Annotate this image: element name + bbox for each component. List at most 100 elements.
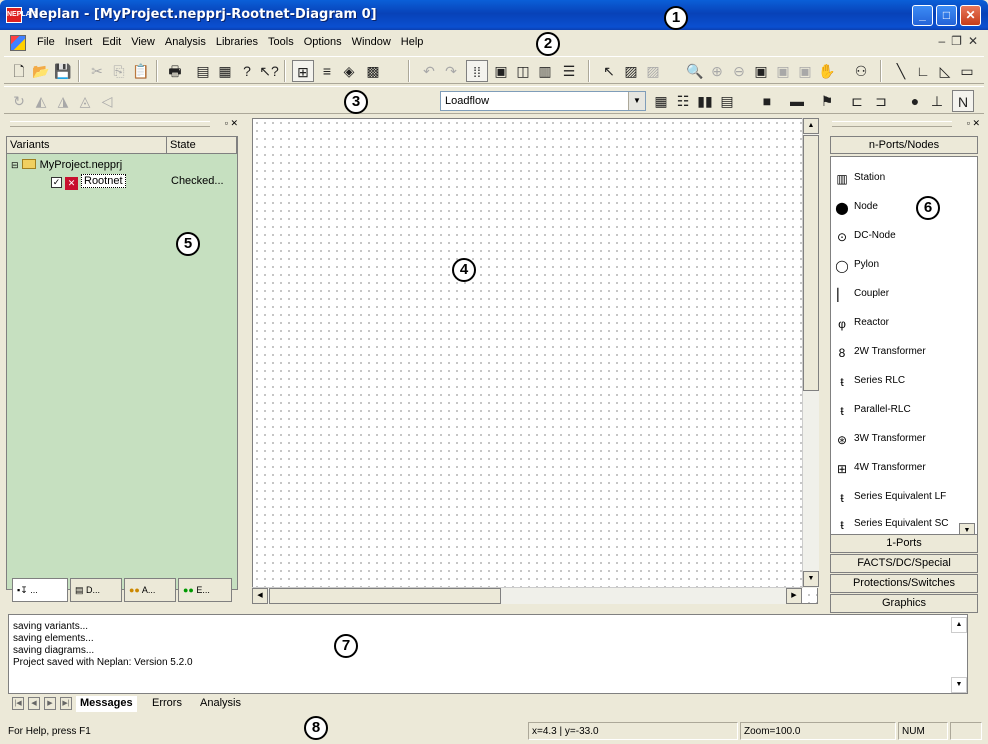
- menu-file[interactable]: File: [32, 36, 60, 48]
- zoom-window-icon[interactable]: ▣: [750, 60, 772, 82]
- panel-grip[interactable]: ▫ ✕: [6, 118, 240, 130]
- tab-errors[interactable]: Errors: [148, 696, 186, 712]
- symbol-station[interactable]: ▥ Station: [835, 169, 885, 187]
- symbol-parallel-rlc[interactable]: ŧ Parallel-RLC: [835, 401, 910, 419]
- element-icon[interactable]: ▤: [192, 60, 214, 82]
- symbol-series-equivalent-lf[interactable]: ŧ Series Equivalent LF: [835, 488, 946, 506]
- menu-insert[interactable]: Insert: [60, 36, 98, 48]
- calculate-icon[interactable]: ▦: [650, 90, 672, 112]
- mdi-restore-icon[interactable]: ❐: [951, 34, 962, 48]
- horizontal-scroll-thumb[interactable]: [269, 588, 501, 604]
- draw-triangle-icon[interactable]: ◺: [934, 60, 956, 82]
- mdi-minimize-icon[interactable]: –: [938, 34, 945, 48]
- symbol-coupler[interactable]: ▏ Coupler: [835, 285, 889, 303]
- tab-analysis[interactable]: Analysis: [196, 696, 245, 712]
- network-connect-icon[interactable]: ⊐: [870, 90, 892, 112]
- flip-icon[interactable]: ◁: [96, 90, 118, 112]
- symbol-pylon[interactable]: ◯ Pylon: [835, 256, 879, 274]
- library-icon[interactable]: ▩: [362, 60, 384, 82]
- copy-properties-icon[interactable]: ▨: [642, 60, 664, 82]
- column-state[interactable]: State: [167, 137, 237, 154]
- calculation-select[interactable]: Loadflow ▼: [440, 91, 646, 111]
- new-file-icon[interactable]: 🗋: [8, 60, 30, 82]
- save-icon[interactable]: 💾: [52, 60, 74, 82]
- menu-libraries[interactable]: Libraries: [211, 36, 263, 48]
- group-1-ports[interactable]: 1-Ports: [830, 534, 978, 553]
- tab-diagrams[interactable]: ▤ D...: [70, 578, 122, 602]
- document-menu-icon[interactable]: [10, 35, 26, 51]
- menu-view[interactable]: View: [126, 36, 160, 48]
- symbol-reactor[interactable]: φ Reactor: [835, 314, 889, 332]
- tree-item-project[interactable]: ⊟ MyProject.nepprj: [11, 157, 122, 173]
- properties-icon[interactable]: ☰: [558, 60, 580, 82]
- prev-tab-icon[interactable]: ◀: [28, 697, 40, 710]
- diagram-view-icon[interactable]: ⊞: [292, 60, 314, 82]
- diagram-canvas[interactable]: [252, 118, 818, 604]
- vertical-scroll-thumb[interactable]: [803, 135, 819, 391]
- symbol-4w-transformer[interactable]: ⊞ 4W Transformer: [835, 459, 926, 477]
- cut-icon[interactable]: ✂: [86, 60, 108, 82]
- first-tab-icon[interactable]: |◀: [12, 697, 24, 710]
- help-icon[interactable]: ?: [236, 60, 258, 82]
- menu-analysis[interactable]: Analysis: [160, 36, 211, 48]
- tree-item-rootnet[interactable]: ✓ ✕ Rootnet: [51, 173, 126, 190]
- title-bar[interactable]: NEPLAN Neplan - [MyProject.nepprj-Rootne…: [0, 0, 988, 30]
- scroll-up-icon[interactable]: ▲: [803, 118, 819, 134]
- symbols-panel-grip[interactable]: ▫ ✕: [828, 118, 982, 130]
- report-icon[interactable]: ▦: [214, 60, 236, 82]
- grid-icon[interactable]: ⁞⁞: [466, 60, 488, 82]
- group-n-ports-nodes[interactable]: n-Ports/Nodes: [830, 136, 978, 154]
- column-variants[interactable]: Variants: [7, 137, 167, 154]
- zoom-all-icon[interactable]: ▣: [772, 60, 794, 82]
- pan-hand-icon[interactable]: ✋: [816, 60, 838, 82]
- layers-icon[interactable]: ◫: [512, 60, 534, 82]
- draw-polyline-icon[interactable]: ∟: [912, 60, 934, 82]
- list-view-icon[interactable]: ≡: [316, 60, 338, 82]
- symbol-series-equivalent-sc[interactable]: ŧ Series Equivalent SC: [835, 515, 948, 533]
- menu-tools[interactable]: Tools: [263, 36, 299, 48]
- messages-log[interactable]: saving variants... saving elements... sa…: [8, 614, 968, 694]
- symbol-dc-node[interactable]: ⊙ DC-Node: [835, 227, 896, 245]
- scroll-left-icon[interactable]: ◀: [252, 588, 268, 604]
- chevron-down-icon[interactable]: ▼: [628, 92, 645, 110]
- collapse-icon[interactable]: ⊟: [11, 160, 19, 170]
- tab-variants[interactable]: ▪↧ ...: [12, 578, 68, 602]
- align-center-icon[interactable]: ◮: [52, 90, 74, 112]
- panel-close-icon[interactable]: ▫ ✕: [225, 118, 238, 129]
- symbols-panel-close-icon[interactable]: ▫ ✕: [967, 118, 980, 129]
- variant-icon[interactable]: ◈: [338, 60, 360, 82]
- tab-areas[interactable]: ●● A...: [124, 578, 176, 602]
- draw-line-icon[interactable]: ╲: [890, 60, 912, 82]
- meter-icon[interactable]: ▬: [786, 90, 808, 112]
- minimize-button[interactable]: _: [912, 5, 933, 26]
- select-pointer-icon[interactable]: ↖: [598, 60, 620, 82]
- menu-edit[interactable]: Edit: [97, 36, 126, 48]
- draw-rectangle-icon[interactable]: ▭: [956, 60, 978, 82]
- highlight-icon[interactable]: ▣: [490, 60, 512, 82]
- parameters-icon[interactable]: ☷: [672, 90, 694, 112]
- zoom-out-icon[interactable]: ⊖: [728, 60, 750, 82]
- menu-help[interactable]: Help: [396, 36, 429, 48]
- rotate-icon[interactable]: ↻: [8, 90, 30, 112]
- undo-icon[interactable]: ↶: [418, 60, 440, 82]
- results-chart-icon[interactable]: ▮▮: [694, 90, 716, 112]
- maximize-button[interactable]: □: [936, 5, 957, 26]
- rootnet-checkbox[interactable]: ✓: [51, 177, 62, 188]
- symbol-2w-transformer[interactable]: 8 2W Transformer: [835, 343, 926, 361]
- open-folder-icon[interactable]: 📂: [30, 60, 52, 82]
- canvas-vertical-scrollbar[interactable]: ▲ ▼: [802, 118, 819, 588]
- last-tab-icon[interactable]: ▶|: [60, 697, 72, 710]
- mirror-icon[interactable]: ◬: [74, 90, 96, 112]
- canvas-horizontal-scrollbar[interactable]: ◀ ▶: [252, 587, 802, 604]
- menu-window[interactable]: Window: [347, 36, 396, 48]
- green-node-icon[interactable]: ■: [756, 90, 778, 112]
- generator-icon[interactable]: ⚑: [816, 90, 838, 112]
- ruler-icon[interactable]: ▥: [534, 60, 556, 82]
- zoom-fit-icon[interactable]: ▣: [794, 60, 816, 82]
- find-binoculars-icon[interactable]: ⚇: [850, 60, 872, 82]
- redo-icon[interactable]: ↷: [440, 60, 462, 82]
- align-left-icon[interactable]: ◭: [30, 90, 52, 112]
- edit-properties-icon[interactable]: ▨: [620, 60, 642, 82]
- symbol-node[interactable]: ⬤ Node: [835, 198, 878, 216]
- dot-icon[interactable]: ●: [904, 90, 926, 112]
